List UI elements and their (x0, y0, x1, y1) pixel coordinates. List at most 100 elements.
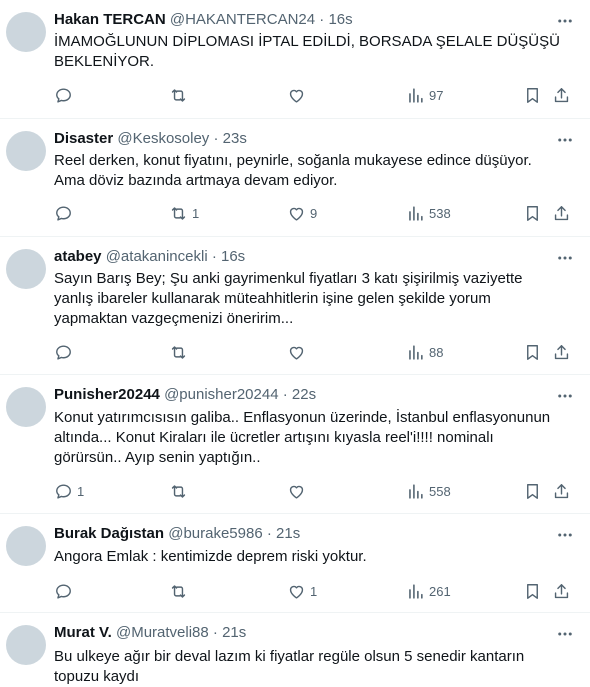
author-handle[interactable]: @punisher20244 (164, 386, 278, 403)
more-options-icon[interactable] (556, 249, 574, 267)
retweet-button[interactable] (169, 85, 192, 105)
avatar[interactable] (6, 12, 46, 52)
timestamp[interactable]: 21s (222, 624, 246, 641)
author-handle[interactable]: @HAKANTERCAN24 (170, 11, 315, 28)
action-bar: 1 261 (54, 581, 574, 601)
more-options-icon[interactable] (556, 526, 574, 544)
bookmark-button[interactable] (523, 203, 542, 223)
timestamp[interactable]: 16s (328, 11, 352, 28)
timestamp[interactable]: 23s (223, 130, 247, 147)
more-options-icon[interactable] (556, 625, 574, 643)
reply-button[interactable] (54, 85, 77, 105)
author-name[interactable]: Disaster (54, 130, 113, 147)
share-button[interactable] (552, 203, 571, 223)
action-bar: 1 558 (54, 481, 574, 501)
tweet-text-line: İMAMOĞLUNUN DİPLOMASI İPTAL EDİLDİ, BORS… (54, 33, 560, 50)
tweet-text: Sayın Barış Bey; Şu anki gayrimenkul fiy… (54, 269, 576, 329)
tweet[interactable]: Disaster @Keskosoley · 23s Reel derken, … (0, 119, 590, 237)
like-button[interactable] (287, 481, 310, 501)
retweet-icon (171, 584, 186, 598)
retweet-button[interactable] (169, 481, 192, 501)
retweet-button[interactable] (169, 342, 192, 362)
like-count: 1 (310, 583, 318, 599)
author-name[interactable]: Punisher20244 (54, 386, 160, 403)
tweet[interactable]: Hakan TERCAN @HAKANTERCAN24 · 16s İMAMOĞ… (0, 0, 590, 119)
author-name[interactable]: Hakan TERCAN (54, 11, 166, 28)
views-button[interactable]: 88 (406, 342, 443, 362)
tweet[interactable]: Punisher20244 @punisher20244 · 22s Konut… (0, 375, 590, 514)
reply-button[interactable] (54, 581, 77, 601)
heart-icon (289, 585, 304, 599)
tweet-text-line: topuzu kaydı (54, 668, 140, 685)
tweet-text: Angora Emlak : kentimizde deprem riski y… (54, 547, 576, 567)
bookmark-icon (527, 344, 538, 360)
timestamp[interactable]: 16s (221, 248, 245, 265)
share-button[interactable] (552, 85, 571, 105)
tweet[interactable]: atabey @atakanincekli · 16s Sayın Barış … (0, 237, 590, 375)
bookmark-button[interactable] (523, 481, 542, 501)
tweet[interactable]: Burak Dağıstan @burake5986 · 21s Angora … (0, 514, 590, 613)
author-handle[interactable]: @atakanincekli (106, 248, 208, 265)
tweet-text-line: Ama döviz bazında artmaya devam ediyor. (54, 172, 338, 189)
timestamp[interactable]: 22s (292, 386, 316, 403)
reply-icon (56, 205, 71, 221)
share-button[interactable] (552, 481, 571, 501)
bookmark-button[interactable] (523, 342, 542, 362)
bookmark-button[interactable] (523, 85, 542, 105)
tweet-text: İMAMOĞLUNUN DİPLOMASI İPTAL EDİLDİ, BORS… (54, 32, 576, 72)
author-name[interactable]: Murat V. (54, 624, 112, 641)
timestamp[interactable]: 21s (276, 525, 300, 542)
author-name[interactable]: Burak Dağıstan (54, 525, 164, 542)
share-icon (554, 483, 569, 498)
view-count: 88 (429, 344, 444, 360)
tweet-text-line: Bu ulkeye ağır bir deval lazım ki fiyatl… (54, 648, 525, 665)
tweet-header: Murat V. @Muratveli88 · 21s (54, 623, 550, 643)
avatar[interactable] (6, 625, 46, 665)
reply-button[interactable] (54, 342, 77, 362)
share-button[interactable] (552, 342, 571, 362)
view-count: 261 (429, 583, 451, 599)
separator: · (213, 130, 219, 147)
action-bar: 97 (54, 85, 574, 105)
heart-icon (289, 89, 304, 103)
like-button[interactable]: 9 (287, 203, 317, 223)
author-handle[interactable]: @burake5986 (168, 525, 262, 542)
retweet-button[interactable]: 1 (169, 203, 199, 223)
analytics-icon (409, 87, 423, 103)
retweet-icon (171, 88, 186, 102)
reply-button[interactable] (54, 203, 77, 223)
views-button[interactable]: 261 (406, 581, 451, 601)
avatar[interactable] (6, 249, 46, 289)
author-name[interactable]: atabey (54, 248, 102, 265)
separator: · (266, 525, 272, 542)
reply-icon (56, 344, 71, 360)
like-button[interactable]: 1 (287, 581, 317, 601)
tweet[interactable]: Murat V. @Muratveli88 · 21s Bu ulkeye ağ… (0, 613, 590, 686)
views-button[interactable]: 558 (406, 481, 451, 501)
bookmark-button[interactable] (523, 581, 542, 601)
like-button[interactable] (287, 85, 310, 105)
separator: · (212, 624, 218, 641)
share-button[interactable] (552, 581, 571, 601)
views-button[interactable]: 97 (406, 85, 443, 105)
tweet-text-line: yapmaktan vazgeçmenizi öneririm... (54, 310, 294, 327)
tweet-text-line: görürsün.. Ayıp senin yaptığın.. (54, 449, 261, 466)
author-handle[interactable]: @Muratveli88 (116, 624, 209, 641)
view-count: 558 (429, 483, 451, 499)
author-handle[interactable]: @Keskosoley (117, 130, 209, 147)
retweet-button[interactable] (169, 581, 192, 601)
reply-button[interactable]: 1 (54, 481, 84, 501)
more-options-icon[interactable] (556, 131, 574, 149)
avatar[interactable] (6, 526, 46, 566)
like-button[interactable] (287, 342, 310, 362)
tweet-header: atabey @atakanincekli · 16s (54, 247, 550, 267)
avatar[interactable] (6, 131, 46, 171)
avatar[interactable] (6, 387, 46, 427)
reply-count: 1 (77, 483, 85, 499)
more-options-icon[interactable] (556, 12, 574, 30)
tweet-header: Punisher20244 @punisher20244 · 22s (54, 385, 550, 405)
more-options-icon[interactable] (556, 387, 574, 405)
views-button[interactable]: 538 (406, 203, 451, 223)
reply-icon (56, 87, 71, 103)
share-icon (554, 87, 569, 102)
